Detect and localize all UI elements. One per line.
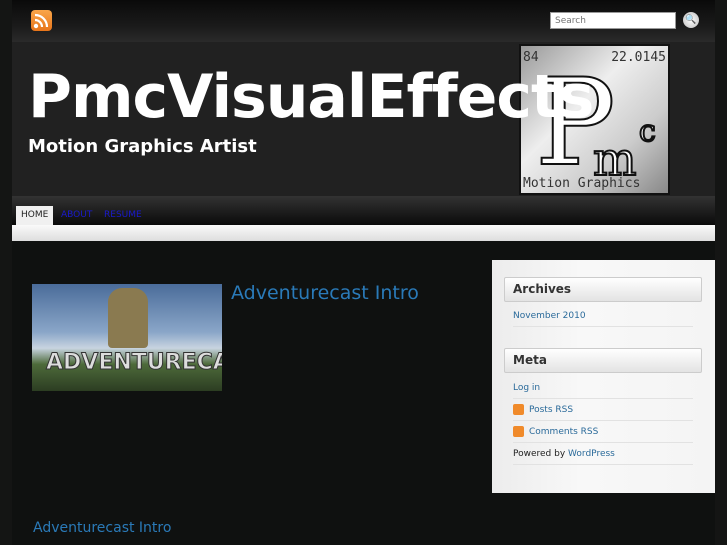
site-tagline: Motion Graphics Artist [28,136,257,157]
powered-prefix: Powered by [513,449,566,459]
search-button[interactable]: 🔍 [683,12,699,28]
posts-rss-label: Posts RSS [529,405,574,415]
comments-rss-label: Comments RSS [529,427,599,437]
rss-icon [513,404,524,415]
top-bar: 🔍 [12,0,715,42]
logo-letter-c: c [638,113,657,150]
nav-underbar [12,225,715,241]
explorer-figure [108,288,148,348]
logo-label: Motion Graphics [523,176,641,191]
wordpress-link[interactable]: WordPress [568,449,615,459]
nav-resume[interactable]: RESUME [99,206,147,225]
rss-feed-icon[interactable] [31,10,52,31]
post-heading[interactable]: Adventurecast Intro [33,520,171,536]
archive-link[interactable]: November 2010 [513,305,693,327]
archives-title: Archives [504,277,702,302]
sidebar: Archives November 2010 Meta Log in Posts… [492,260,715,493]
meta-title: Meta [504,348,702,373]
page-wrapper: 🔍 PmcVisualEffects Motion Graphics Artis… [12,0,715,545]
main-nav: HOME ABOUT RESUME [12,196,715,225]
search-input[interactable] [550,12,676,29]
logo-weight: 22.0145 [611,50,666,65]
login-link[interactable]: Log in [513,377,693,399]
comments-rss-link[interactable]: Comments RSS [513,421,693,443]
site-title[interactable]: PmcVisualEffects [28,62,594,132]
nav-about[interactable]: ABOUT [56,206,97,225]
magnifier-icon: 🔍 [685,15,697,25]
nav-home[interactable]: HOME [16,206,54,225]
post-title[interactable]: Adventurecast Intro [231,282,419,304]
thumbnail-text: ADVENTURECAST [46,350,222,376]
powered-by: Powered by WordPress [513,443,693,465]
post-thumbnail[interactable]: ADVENTURECAST [32,284,222,391]
posts-rss-link[interactable]: Posts RSS [513,399,693,421]
site-header: PmcVisualEffects Motion Graphics Artist … [12,42,715,196]
rss-icon [513,426,524,437]
